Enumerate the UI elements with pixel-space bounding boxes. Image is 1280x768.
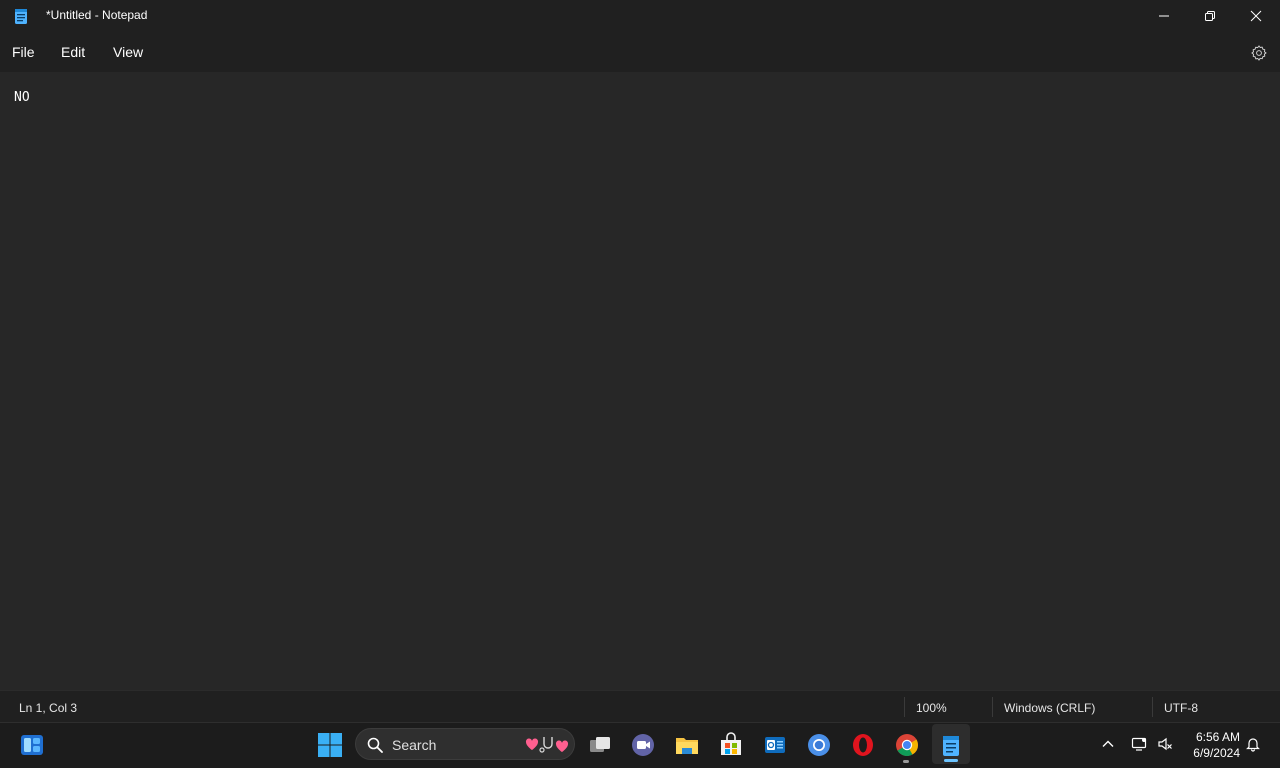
chrome-icon [896,734,918,756]
cursor-position: Ln 1, Col 3 [19,701,78,715]
notepad-taskbar-button[interactable] [937,731,965,759]
start-icon [318,733,342,757]
outlook-icon [765,737,785,753]
title-bar[interactable]: *Untitled - Notepad [0,0,1280,32]
active-app-indicator [944,759,958,762]
outlook-button[interactable] [761,731,789,759]
line-ending[interactable]: Windows (CRLF) [1004,701,1095,715]
file-explorer-icon [676,738,698,754]
taskbar-search[interactable]: Search [355,728,575,760]
menu-view[interactable]: View [113,44,143,60]
start-button[interactable] [316,731,344,759]
status-divider [1152,697,1153,717]
microsoft-store-icon [721,732,741,755]
menu-bar: File Edit View [0,32,1280,72]
search-highlight-icon [525,737,569,753]
encoding[interactable]: UTF-8 [1164,701,1198,715]
microsoft-store-button[interactable] [717,731,745,759]
running-indicator [903,760,909,763]
menu-file[interactable]: File [12,44,35,60]
close-button[interactable] [1233,0,1279,32]
teams-button[interactable] [629,731,657,759]
clock-time: 6:56 AM [1195,730,1240,744]
close-icon [1250,10,1262,22]
menu-edit[interactable]: Edit [61,44,85,60]
chromium-icon [808,734,830,756]
window-title: *Untitled - Notepad [46,8,148,22]
system-clock[interactable]: 6:56 AM 6/9/2024 [1180,729,1240,761]
task-view-button[interactable] [586,731,614,759]
editor-content[interactable]: NO [14,90,30,105]
volume-muted-icon[interactable] [1157,736,1173,752]
restore-button[interactable] [1187,0,1233,32]
status-divider [904,697,905,717]
widgets-icon [21,735,43,755]
settings-gear-icon[interactable] [1250,44,1268,62]
chevron-up-icon[interactable] [1100,736,1116,752]
search-label: Search [392,737,437,753]
opera-icon [853,734,873,756]
restore-icon [1205,11,1215,21]
network-display-icon[interactable] [1131,736,1147,752]
minimize-icon [1159,15,1169,17]
vertical-scrollbar[interactable] [1268,72,1280,690]
clock-date: 6/9/2024 [1193,746,1240,760]
task-view-icon [590,737,610,752]
chrome-button[interactable] [893,731,921,759]
widgets-button[interactable] [18,731,46,759]
teams-icon [632,734,654,756]
minimize-button[interactable] [1141,0,1187,32]
desktop: *Untitled - Notepad File Edit View NO Ln… [0,0,1280,768]
search-icon [367,737,383,753]
text-editor[interactable]: NO [0,72,1280,690]
opera-button[interactable] [849,731,877,759]
chromium-button[interactable] [805,731,833,759]
status-divider [992,697,993,717]
file-explorer-button[interactable] [673,731,701,759]
notification-bell-icon[interactable] [1245,736,1261,752]
zoom-level[interactable]: 100% [916,701,947,715]
notepad-icon [943,736,959,756]
notepad-icon [15,9,27,24]
status-bar: Ln 1, Col 3 100% Windows (CRLF) UTF-8 [0,690,1280,722]
